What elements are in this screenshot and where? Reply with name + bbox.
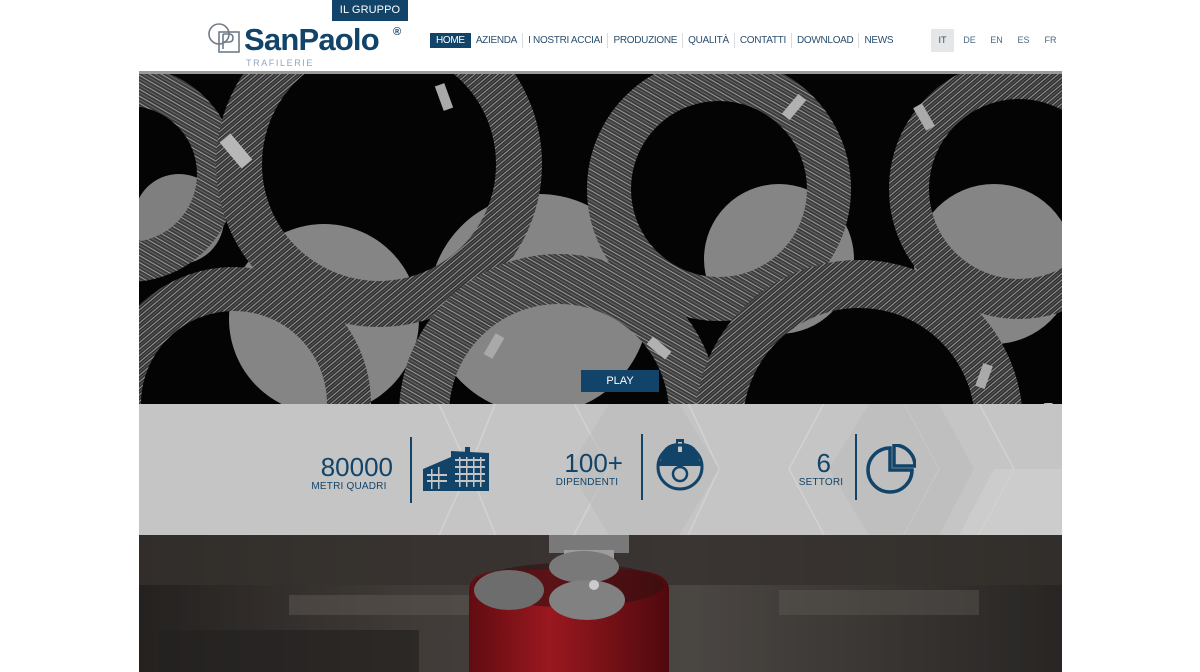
nav-item-nostri-acciai[interactable]: I NOSTRI ACCIAI bbox=[522, 33, 607, 48]
play-button[interactable]: PLAY bbox=[581, 370, 659, 392]
logo-registered-mark: ® bbox=[393, 26, 402, 38]
nav-item-contatti[interactable]: CONTATTI bbox=[733, 33, 791, 48]
logo-subtitle: TRAFILERIE bbox=[246, 58, 315, 68]
production-image bbox=[139, 535, 1062, 672]
logo-wordmark: SanPaolo bbox=[244, 22, 380, 57]
wire-coils-image bbox=[139, 74, 1062, 404]
nav-item-azienda[interactable]: AZIENDA bbox=[471, 33, 522, 48]
main-nav: HOME AZIENDA I NOSTRI ACCIAI PRODUZIONE … bbox=[430, 33, 898, 48]
nav-item-news[interactable]: NEWS bbox=[858, 33, 898, 48]
pie-chart-icon bbox=[866, 444, 916, 494]
lang-it[interactable]: IT bbox=[931, 29, 954, 52]
lang-de[interactable]: DE bbox=[958, 29, 981, 52]
hard-hat-worker-icon bbox=[656, 439, 704, 491]
lang-es[interactable]: ES bbox=[1012, 29, 1035, 52]
hero-video[interactable]: PLAY bbox=[139, 74, 1062, 404]
language-switcher: IT DE EN ES FR bbox=[931, 29, 1062, 52]
stat-employees-value: 100+ bbox=[564, 448, 623, 478]
stats-band: 80000 METRI QUADRI 100+ DIPENDENTI 6 SET… bbox=[139, 404, 1062, 535]
logo-mark-icon bbox=[208, 23, 240, 53]
factory-building-icon bbox=[423, 447, 489, 491]
page: IL GRUPPO SanPaolo ® TRAFILERIE HOME AZI… bbox=[139, 0, 1062, 672]
stat-employees-divider bbox=[641, 434, 643, 500]
nav-item-home[interactable]: HOME bbox=[430, 33, 471, 48]
stat-area-divider bbox=[410, 437, 412, 503]
stat-area-value: 80000 bbox=[320, 452, 393, 482]
lang-en[interactable]: EN bbox=[985, 29, 1008, 52]
stat-sectors-label: SETTORI bbox=[798, 477, 844, 488]
il-gruppo-button[interactable]: IL GRUPPO bbox=[332, 0, 408, 21]
nav-item-produzione[interactable]: PRODUZIONE bbox=[607, 33, 682, 48]
stat-area-label: METRI QUADRI bbox=[311, 481, 387, 492]
sanpaolo-logo[interactable]: SanPaolo ® TRAFILERIE bbox=[208, 20, 408, 70]
lang-fr[interactable]: FR bbox=[1039, 29, 1062, 52]
stat-employees-label: DIPENDENTI bbox=[555, 477, 619, 488]
stat-sectors-divider bbox=[855, 434, 857, 500]
nav-item-download[interactable]: DOWNLOAD bbox=[790, 33, 859, 48]
nav-item-qualita[interactable]: QUALITÀ bbox=[682, 33, 734, 48]
site-header: IL GRUPPO SanPaolo ® TRAFILERIE HOME AZI… bbox=[139, 0, 1062, 74]
stat-sectors-value: 6 bbox=[816, 448, 831, 478]
